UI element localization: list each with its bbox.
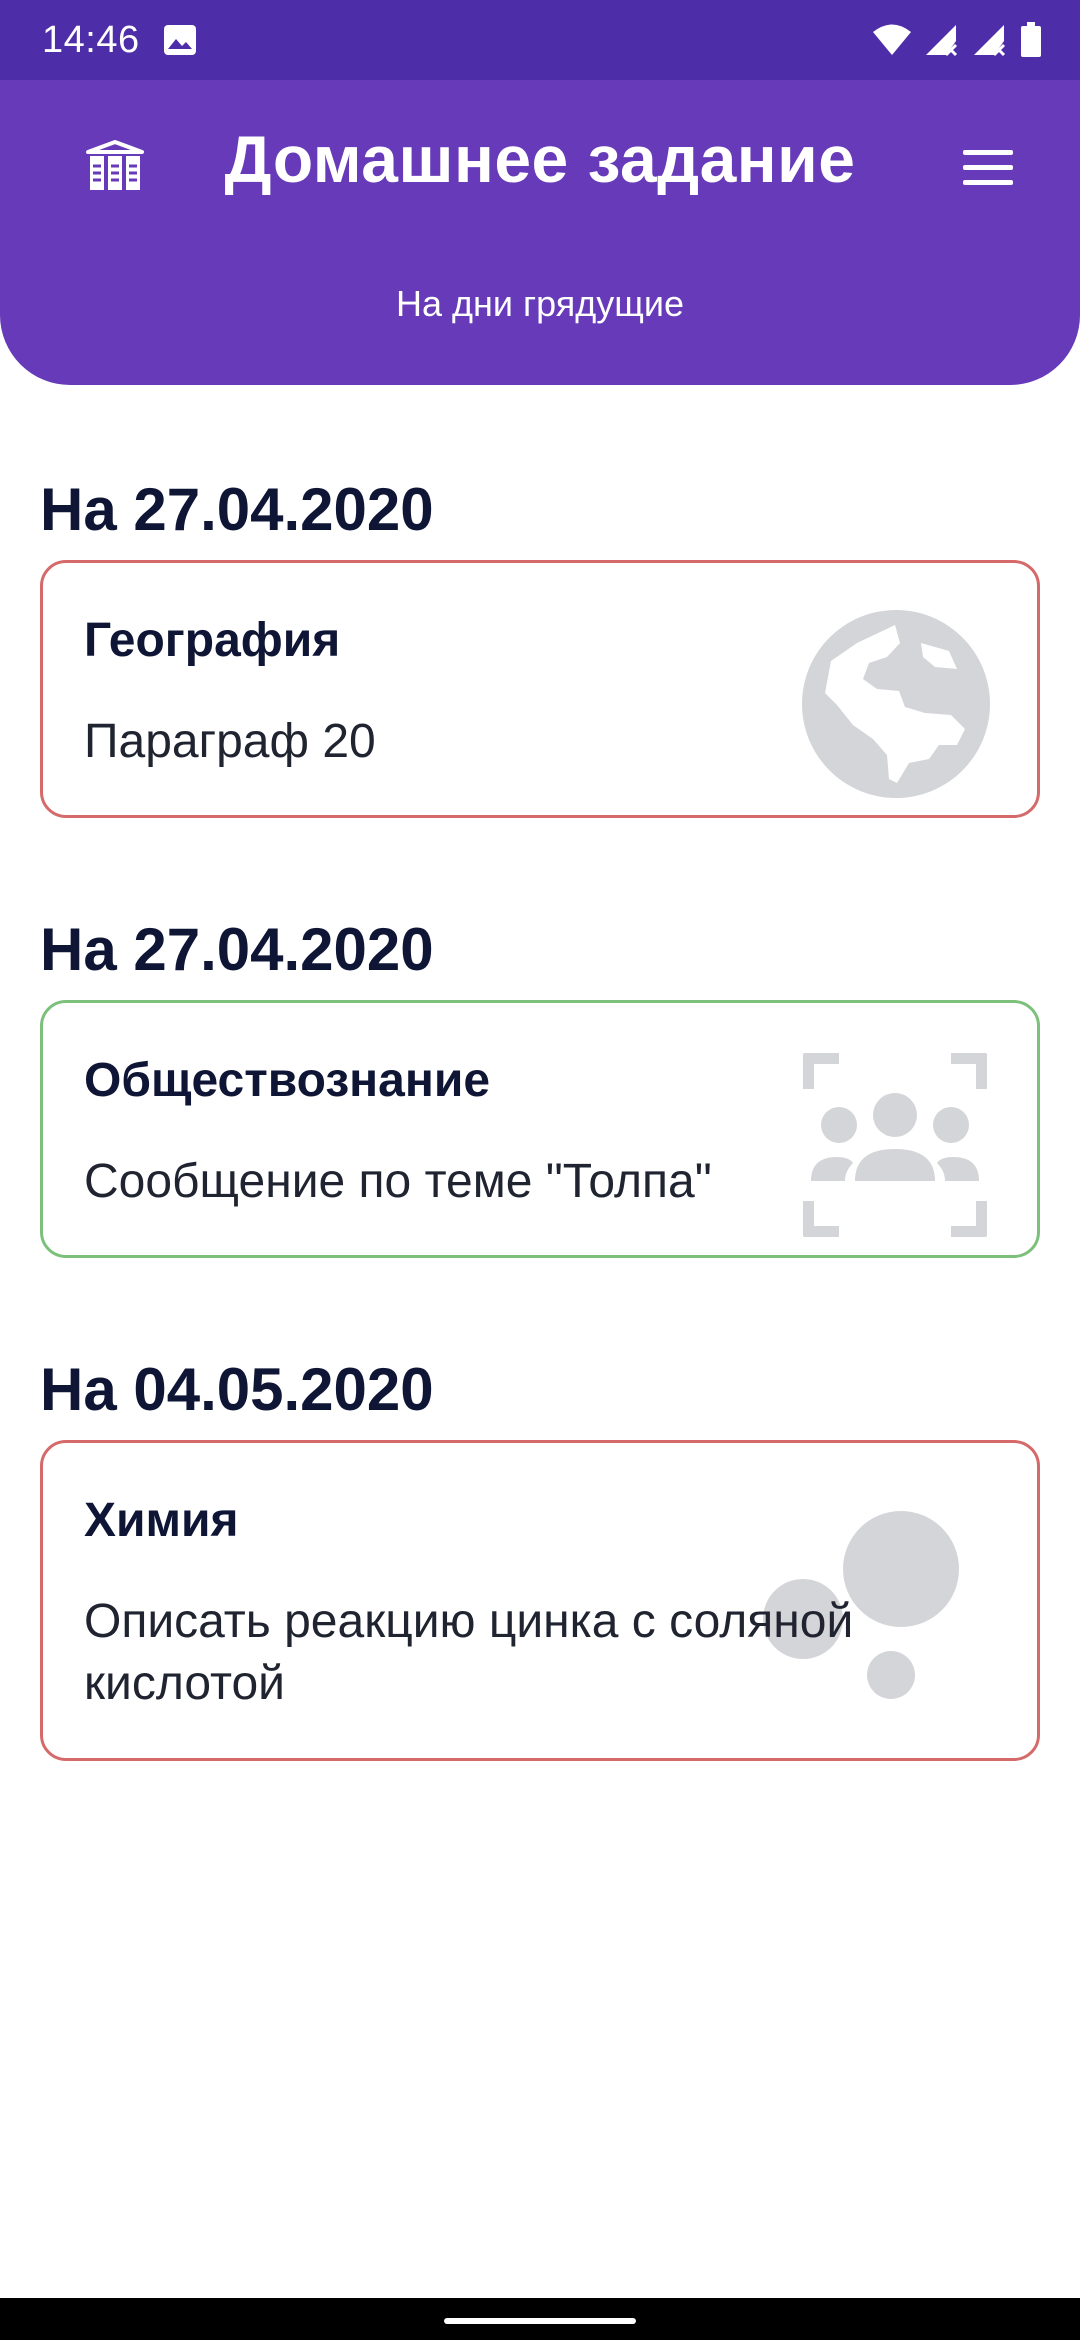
homework-card[interactable]: Химия Описать реакцию цинка с соляной ки… [40, 1440, 1040, 1761]
homework-card[interactable]: Обществознание Сообщение по теме "Толпа" [40, 1000, 1040, 1258]
subject-title: Химия [84, 1494, 239, 1547]
signal-no-service-icon [974, 25, 1006, 57]
gesture-nav-bar [0, 2298, 1080, 2340]
task-text: Описать реакцию цинка с соляной кислотой [84, 1595, 854, 1710]
status-bar: 14:46 [0, 0, 1080, 80]
wifi-icon [873, 24, 911, 55]
globe-icon [802, 610, 990, 798]
due-date-heading: На 04.05.2020 [40, 1356, 434, 1423]
gallery-icon [164, 25, 196, 55]
due-date-heading: На 27.04.2020 [40, 476, 434, 543]
home-gesture-handle[interactable] [444, 2318, 636, 2324]
people-icon [803, 1053, 987, 1237]
page-title: Домашнее задание [224, 122, 856, 196]
menu-button[interactable] [948, 128, 1028, 208]
subject-title: Обществознание [84, 1054, 491, 1107]
subject-title: География [84, 614, 341, 667]
battery-icon [1021, 22, 1041, 57]
status-time: 14:46 [42, 19, 140, 61]
status-icons [872, 18, 1042, 62]
page-subtitle: На дни грядущие [395, 283, 685, 324]
due-date-heading: На 27.04.2020 [40, 916, 434, 983]
menu-icon [963, 150, 1013, 185]
signal-no-service-icon [926, 25, 958, 57]
homework-card[interactable]: География Параграф 20 [40, 560, 1040, 818]
app-header: Домашнее задание На дни грядущие [0, 80, 1080, 385]
